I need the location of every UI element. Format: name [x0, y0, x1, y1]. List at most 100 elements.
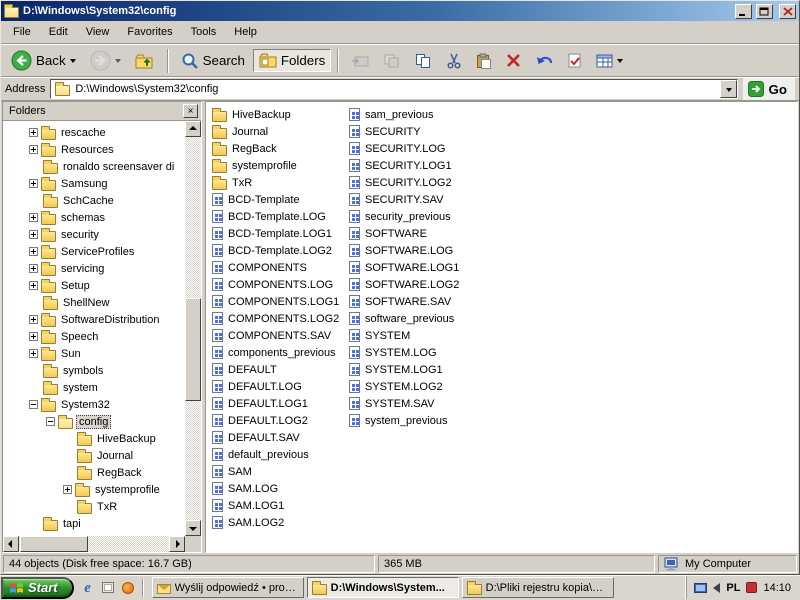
file-item[interactable]: BCD-Template.LOG — [212, 208, 349, 225]
file-item[interactable]: SECURITY.SAV — [349, 191, 486, 208]
tree-item-ronaldo-screensaver-di[interactable]: ronaldo screensaver di — [3, 158, 185, 175]
tree-item-hivebackup[interactable]: HiveBackup — [3, 430, 185, 447]
scroll-left-icon[interactable] — [3, 536, 19, 552]
menu-file[interactable]: File — [4, 22, 40, 42]
scroll-track[interactable] — [19, 536, 169, 552]
menu-favorites[interactable]: Favorites — [118, 22, 181, 42]
file-item[interactable]: TxR — [212, 174, 349, 191]
antivirus-icon[interactable] — [746, 582, 757, 593]
tree-item-setup[interactable]: Setup — [3, 277, 185, 294]
copy-button[interactable] — [409, 49, 438, 73]
file-item[interactable]: SYSTEM — [349, 327, 486, 344]
scroll-right-icon[interactable] — [169, 536, 185, 552]
expand-icon[interactable] — [29, 145, 38, 154]
file-item[interactable]: Journal — [212, 123, 349, 140]
tree-item-system[interactable]: system — [3, 379, 185, 396]
collapse-icon[interactable] — [46, 417, 55, 426]
title-bar[interactable]: D:\Windows\System32\config — [1, 1, 799, 21]
file-item[interactable]: DEFAULT.LOG2 — [212, 412, 349, 429]
tree-item-sun[interactable]: Sun — [3, 345, 185, 362]
file-item[interactable]: COMPONENTS.SAV — [212, 327, 349, 344]
scroll-up-icon[interactable] — [185, 121, 201, 137]
tree-item-resources[interactable]: Resources — [3, 141, 185, 158]
tree-horizontal-scrollbar[interactable] — [3, 536, 201, 552]
expand-icon[interactable] — [29, 315, 38, 324]
file-item[interactable]: SAM — [212, 463, 349, 480]
file-item[interactable]: COMPONENTS.LOG2 — [212, 310, 349, 327]
expand-icon[interactable] — [29, 179, 38, 188]
file-item[interactable]: SOFTWARE.LOG1 — [349, 259, 486, 276]
tree-item-speech[interactable]: Speech — [3, 328, 185, 345]
collapse-icon[interactable] — [29, 400, 38, 409]
menu-edit[interactable]: Edit — [40, 22, 77, 42]
expand-icon[interactable] — [29, 281, 38, 290]
expand-icon[interactable] — [29, 128, 38, 137]
close-button[interactable] — [779, 4, 796, 19]
file-item[interactable]: DEFAULT — [212, 361, 349, 378]
tree-item-samsung[interactable]: Samsung — [3, 175, 185, 192]
search-button[interactable]: Search — [175, 48, 251, 74]
file-item[interactable]: HiveBackup — [212, 106, 349, 123]
expand-icon[interactable] — [29, 213, 38, 222]
cut-button[interactable] — [440, 49, 468, 73]
tree-item-servicing[interactable]: servicing — [3, 260, 185, 277]
tree-item-shellnew[interactable]: ShellNew — [3, 294, 185, 311]
scroll-thumb[interactable] — [185, 298, 201, 401]
file-item[interactable]: BCD-Template.LOG2 — [212, 242, 349, 259]
file-item[interactable]: sam_previous — [349, 106, 486, 123]
file-item[interactable]: SOFTWARE.LOG2 — [349, 276, 486, 293]
file-item[interactable]: BCD-Template.LOG1 — [212, 225, 349, 242]
file-item[interactable]: default_previous — [212, 446, 349, 463]
file-item[interactable]: DEFAULT.SAV — [212, 429, 349, 446]
tree-vertical-scrollbar[interactable] — [185, 121, 201, 536]
file-item[interactable]: SYSTEM.LOG1 — [349, 361, 486, 378]
folders-button[interactable]: Folders — [253, 49, 331, 72]
volume-icon[interactable] — [713, 583, 720, 593]
internet-explorer-icon[interactable]: e — [80, 580, 96, 596]
language-indicator[interactable]: PL — [726, 582, 740, 594]
address-input[interactable]: D:\Windows\System32\config — [50, 79, 738, 99]
file-item[interactable]: SYSTEM.SAV — [349, 395, 486, 412]
tree-item-journal[interactable]: Journal — [3, 447, 185, 464]
media-player-icon[interactable] — [120, 580, 136, 596]
file-item[interactable]: SECURITY — [349, 123, 486, 140]
undo-button[interactable] — [529, 49, 560, 72]
file-item[interactable]: systemprofile — [212, 157, 349, 174]
file-item[interactable]: SECURITY.LOG1 — [349, 157, 486, 174]
tree-item-tapi[interactable]: tapi — [3, 515, 185, 532]
minimize-button[interactable] — [735, 4, 752, 19]
expand-icon[interactable] — [29, 230, 38, 239]
go-button[interactable]: Go — [743, 78, 795, 100]
file-item[interactable]: SYSTEM.LOG2 — [349, 378, 486, 395]
file-item[interactable]: DEFAULT.LOG — [212, 378, 349, 395]
expand-icon[interactable] — [29, 349, 38, 358]
back-button[interactable]: Back — [5, 46, 82, 75]
expand-icon[interactable] — [63, 485, 72, 494]
file-item[interactable]: COMPONENTS — [212, 259, 349, 276]
file-item[interactable]: COMPONENTS.LOG — [212, 276, 349, 293]
taskbar-task[interactable]: D:\Windows\System... — [307, 577, 459, 598]
scroll-down-icon[interactable] — [185, 520, 201, 536]
file-item[interactable]: SOFTWARE.LOG — [349, 242, 486, 259]
tree-item-symbols[interactable]: symbols — [3, 362, 185, 379]
file-item[interactable]: DEFAULT.LOG1 — [212, 395, 349, 412]
tree-item-system32[interactable]: System32 — [3, 396, 185, 413]
tree-item-regback[interactable]: RegBack — [3, 464, 185, 481]
clock[interactable]: 14:10 — [763, 582, 791, 594]
file-item[interactable]: BCD-Template — [212, 191, 349, 208]
file-item[interactable]: RegBack — [212, 140, 349, 157]
tree-item-systemprofile[interactable]: systemprofile — [3, 481, 185, 498]
file-item[interactable]: components_previous — [212, 344, 349, 361]
start-button[interactable]: Start — [1, 577, 74, 599]
taskbar-task[interactable]: D:\Pliki rejestru kopia\Re... — [462, 577, 614, 598]
delete-button[interactable] — [500, 49, 527, 72]
checkmark-button[interactable] — [562, 49, 588, 72]
tree-item-schemas[interactable]: schemas — [3, 209, 185, 226]
menu-tools[interactable]: Tools — [182, 22, 226, 42]
file-item[interactable]: security_previous — [349, 208, 486, 225]
maximize-button[interactable] — [756, 4, 773, 19]
tree-item-config[interactable]: config — [3, 413, 185, 430]
tree-item-softwaredistribution[interactable]: SoftwareDistribution — [3, 311, 185, 328]
expand-icon[interactable] — [29, 332, 38, 341]
file-item[interactable]: SECURITY.LOG2 — [349, 174, 486, 191]
